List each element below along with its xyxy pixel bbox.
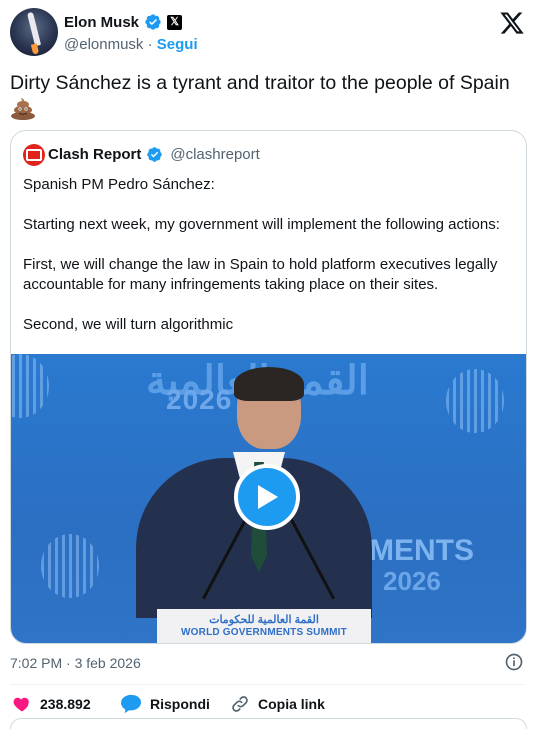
reply-label: Rispondi bbox=[150, 696, 210, 712]
divider bbox=[10, 684, 525, 685]
handle-separator: · bbox=[147, 36, 153, 53]
podium-english-text: WORLD GOVERNMENTS SUMMIT bbox=[181, 627, 347, 638]
author-handle[interactable]: @elonmusk bbox=[64, 36, 143, 53]
quote-paragraph: Starting next week, my government will i… bbox=[23, 216, 500, 233]
heart-icon bbox=[13, 697, 29, 712]
quoted-tweet[interactable]: Clash Report @clashreport Spanish PM Ped… bbox=[10, 130, 527, 644]
like-count: 238.892 bbox=[40, 696, 91, 712]
quote-paragraph: First, we will change the law in Spain t… bbox=[23, 256, 498, 293]
background-dot-pattern bbox=[41, 534, 99, 598]
tweet-timestamp[interactable]: 7:02 PM · 3 feb 2026 bbox=[10, 655, 141, 671]
reply-button[interactable]: Rispondi bbox=[120, 694, 210, 714]
podium-arabic-text: القمة العالمية للحكومات bbox=[209, 614, 319, 626]
quote-text: Spanish PM Pedro Sánchez: Starting next … bbox=[23, 175, 518, 355]
video-player[interactable]: القمة العالمية 2026 MENTS 2026 القمة الع… bbox=[11, 354, 526, 643]
x-affiliate-badge-icon: 𝕏 bbox=[167, 14, 183, 30]
background-year-text: 2026 bbox=[383, 566, 441, 596]
info-icon[interactable] bbox=[504, 652, 524, 672]
author-avatar[interactable] bbox=[10, 8, 58, 56]
reply-bubble-icon bbox=[121, 694, 141, 714]
copy-link-label: Copia link bbox=[258, 696, 325, 712]
copy-link-button[interactable]: Copia link bbox=[230, 694, 325, 714]
verified-badge-icon bbox=[145, 14, 161, 30]
play-icon bbox=[258, 485, 278, 509]
background-year-text: 2026 bbox=[166, 384, 233, 415]
author-name-row: Elon Musk 𝕏 bbox=[64, 13, 183, 31]
background-summit-text: MENTS bbox=[369, 534, 474, 567]
verified-badge-icon bbox=[147, 147, 163, 162]
x-logo-icon[interactable] bbox=[499, 10, 525, 36]
like-button[interactable]: 238.892 bbox=[12, 694, 91, 714]
quote-paragraph: Spanish PM Pedro Sánchez: bbox=[23, 176, 215, 193]
play-button[interactable] bbox=[234, 464, 300, 530]
author-name[interactable]: Elon Musk bbox=[64, 14, 139, 31]
tweet-text: Dirty Sánchez is a tyrant and traitor to… bbox=[10, 72, 510, 94]
quote-author-name[interactable]: Clash Report bbox=[48, 146, 141, 163]
quote-author-handle: @clashreport bbox=[170, 146, 260, 163]
follow-button[interactable]: Segui bbox=[157, 36, 198, 53]
quote-paragraph: Second, we will turn algorithmic bbox=[23, 316, 234, 333]
speaker-hair bbox=[234, 367, 304, 401]
background-dot-pattern bbox=[11, 354, 49, 418]
quote-author-avatar[interactable] bbox=[23, 144, 45, 166]
tweet-card: Elon Musk 𝕏 @elonmusk · Segui Dirty Sánc… bbox=[0, 0, 548, 729]
background-dot-pattern bbox=[446, 369, 504, 433]
quote-author-row: Clash Report @clashreport bbox=[48, 146, 260, 163]
read-replies-bar[interactable] bbox=[10, 718, 527, 729]
link-icon bbox=[232, 696, 248, 712]
author-handle-row: @elonmusk · Segui bbox=[64, 36, 198, 53]
pile-of-poo-icon bbox=[11, 98, 35, 120]
